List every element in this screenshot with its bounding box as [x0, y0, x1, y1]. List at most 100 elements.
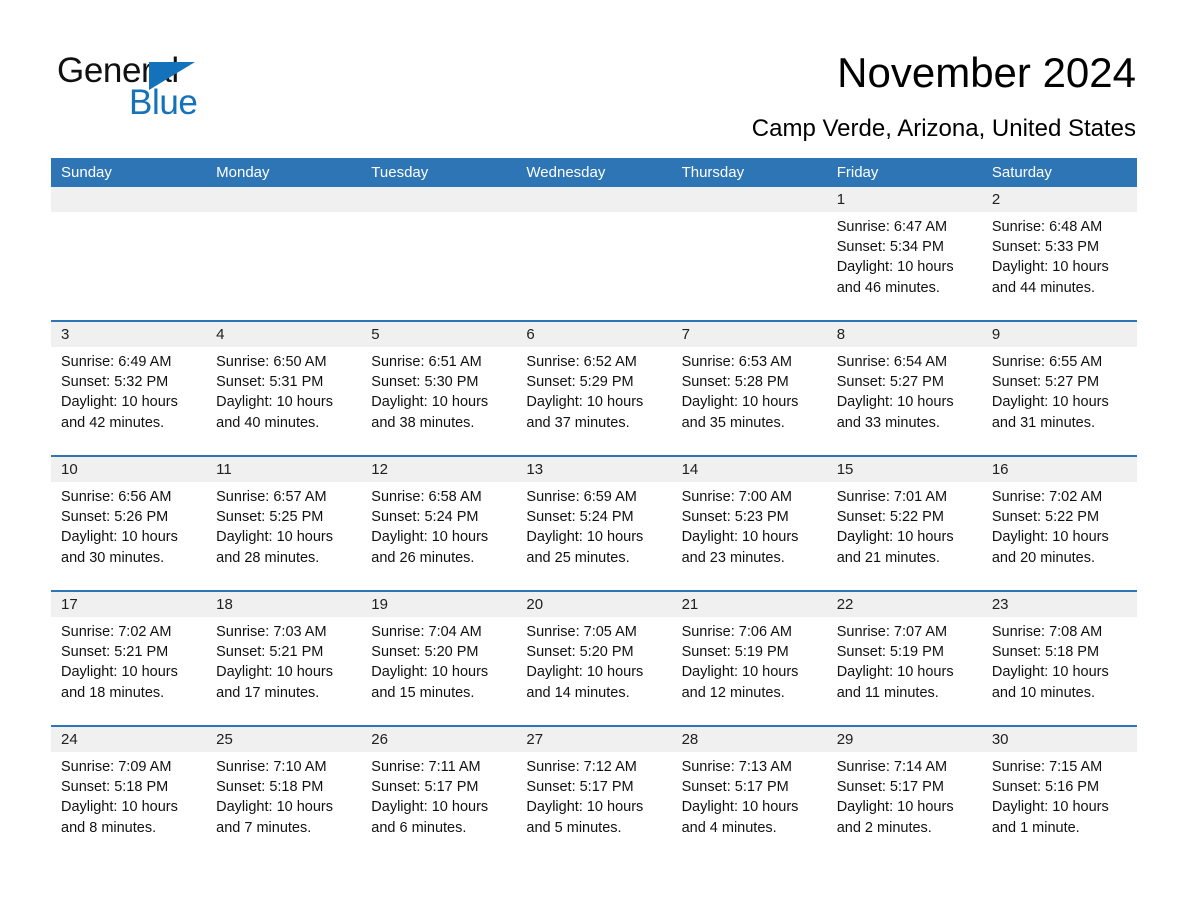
- day-number: 26: [361, 727, 517, 752]
- daylight-text-line2: and 33 minutes.: [836, 414, 940, 431]
- day-cell[interactable]: 13 Sunrise: 6:59 AM Sunset: 5:24 PM Dayligh…: [516, 457, 672, 590]
- day-number: 18: [206, 592, 362, 617]
- daylight-text-line1: Daylight: 10 hours: [991, 664, 1109, 681]
- day-number: 22: [826, 592, 982, 617]
- sunrise-text: Sunrise: 6:53 AM: [681, 354, 792, 370]
- sunrise-text: Sunrise: 7:12 AM: [526, 759, 637, 775]
- day-cell[interactable]: 29 Sunrise: 7:14 AM Sunset: 5:17 PM Dayligh…: [826, 727, 982, 860]
- day-number: 19: [361, 592, 517, 617]
- weekday-header-saturday: Saturday: [991, 164, 1052, 181]
- daylight-text-line1: Daylight: 10 hours: [526, 799, 644, 816]
- sunrise-text: Sunrise: 7:02 AM: [61, 624, 172, 640]
- daylight-text-line2: and 31 minutes.: [991, 414, 1096, 431]
- daylight-text-line2: and 11 minutes.: [836, 684, 939, 701]
- sunset-text: Sunset: 5:24 PM: [526, 509, 634, 526]
- day-cell[interactable]: 30 Sunrise: 7:15 AM Sunset: 5:16 PM Dayligh…: [981, 727, 1137, 860]
- day-cell[interactable]: 28 Sunrise: 7:13 AM Sunset: 5:17 PM Dayligh…: [671, 727, 827, 860]
- day-cell[interactable]: 19 Sunrise: 7:04 AM Sunset: 5:20 PM Dayligh…: [361, 592, 517, 725]
- daylight-text-line1: Daylight: 10 hours: [836, 664, 954, 681]
- day-cell-empty: [206, 187, 362, 320]
- day-cell[interactable]: 26 Sunrise: 7:11 AM Sunset: 5:17 PM Dayligh…: [361, 727, 517, 860]
- day-details: Sunrise: 6:54 AM Sunset: 5:27 PM Daylight:…: [827, 347, 982, 433]
- day-number: [206, 187, 362, 212]
- day-number: [671, 187, 827, 212]
- sunrise-text: Sunrise: 6:47 AM: [836, 219, 948, 235]
- day-cell[interactable]: 16 Sunrise: 7:02 AM Sunset: 5:22 PM Dayligh…: [981, 457, 1137, 590]
- day-cell[interactable]: 25 Sunrise: 7:10 AM Sunset: 5:18 PM Dayligh…: [206, 727, 362, 860]
- day-cell[interactable]: 5 Sunrise: 6:51 AM Sunset: 5:30 PM Daylight…: [361, 322, 517, 455]
- daylight-text-line2: and 42 minutes.: [61, 414, 165, 431]
- calendar-weeks: 1 Sunrise: 6:47 AM Sunset: 5:34 PM Daylight…: [51, 187, 1137, 860]
- daylight-text-line1: Daylight: 10 hours: [681, 394, 799, 411]
- daylight-text-line1: Daylight: 10 hours: [526, 394, 644, 411]
- logo-word-blue: Blue: [129, 83, 198, 122]
- day-cell[interactable]: 11 Sunrise: 6:57 AM Sunset: 5:25 PM Dayligh…: [206, 457, 362, 590]
- weekday-header-tuesday: Tuesday: [371, 164, 429, 181]
- daylight-text-line1: Daylight: 10 hours: [61, 529, 178, 546]
- day-cell[interactable]: 1 Sunrise: 6:47 AM Sunset: 5:34 PM Daylight…: [826, 187, 982, 320]
- day-cell[interactable]: 27 Sunrise: 7:12 AM Sunset: 5:17 PM Dayligh…: [516, 727, 672, 860]
- day-cell[interactable]: 17 Sunrise: 7:02 AM Sunset: 5:21 PM Dayligh…: [51, 592, 207, 725]
- sunrise-text: Sunrise: 6:58 AM: [371, 489, 482, 505]
- sunset-text: Sunset: 5:19 PM: [681, 644, 789, 661]
- day-details: Sunrise: 7:06 AM Sunset: 5:19 PM Daylight:…: [672, 617, 827, 703]
- sunrise-text: Sunrise: 7:10 AM: [216, 759, 327, 775]
- day-cell[interactable]: 7 Sunrise: 6:53 AM Sunset: 5:28 PM Daylight…: [671, 322, 827, 455]
- day-number: 17: [51, 592, 207, 617]
- day-cell[interactable]: 12 Sunrise: 6:58 AM Sunset: 5:24 PM Dayligh…: [361, 457, 517, 590]
- day-cell[interactable]: 21 Sunrise: 7:06 AM Sunset: 5:19 PM Dayligh…: [671, 592, 827, 725]
- day-cell[interactable]: 8 Sunrise: 6:54 AM Sunset: 5:27 PM Daylight…: [826, 322, 982, 455]
- day-number: 1: [826, 187, 982, 212]
- day-details: Sunrise: 6:55 AM Sunset: 5:27 PM Daylight:…: [982, 347, 1137, 433]
- sunset-text: Sunset: 5:17 PM: [836, 779, 944, 796]
- sunset-text: Sunset: 5:20 PM: [371, 644, 479, 661]
- day-cell[interactable]: 20 Sunrise: 7:05 AM Sunset: 5:20 PM Dayligh…: [516, 592, 672, 725]
- daylight-text-line1: Daylight: 10 hours: [991, 259, 1109, 276]
- day-cell[interactable]: 9 Sunrise: 6:55 AM Sunset: 5:27 PM Daylight…: [981, 322, 1137, 455]
- weekday-header-row: Sunday Monday Tuesday Wednesday Thursday…: [51, 158, 1137, 187]
- day-details: Sunrise: 6:53 AM Sunset: 5:28 PM Daylight:…: [672, 347, 827, 433]
- day-details: Sunrise: 6:51 AM Sunset: 5:30 PM Daylight:…: [361, 347, 516, 433]
- day-cell[interactable]: 10 Sunrise: 6:56 AM Sunset: 5:26 PM Dayligh…: [51, 457, 207, 590]
- sunrise-text: Sunrise: 6:54 AM: [836, 354, 948, 370]
- sunrise-text: Sunrise: 7:02 AM: [991, 489, 1103, 505]
- day-cell[interactable]: 3 Sunrise: 6:49 AM Sunset: 5:32 PM Daylight…: [51, 322, 207, 455]
- daylight-text-line1: Daylight: 10 hours: [836, 259, 954, 276]
- day-details: Sunrise: 6:49 AM Sunset: 5:32 PM Daylight:…: [51, 347, 206, 433]
- sunset-text: Sunset: 5:32 PM: [61, 374, 169, 391]
- day-number: 30: [981, 727, 1137, 752]
- day-number: 6: [516, 322, 672, 347]
- day-details: Sunrise: 7:10 AM Sunset: 5:18 PM Daylight:…: [206, 752, 361, 838]
- sunset-text: Sunset: 5:27 PM: [991, 374, 1100, 391]
- daylight-text-line1: Daylight: 10 hours: [991, 529, 1109, 546]
- day-cell[interactable]: 23 Sunrise: 7:08 AM Sunset: 5:18 PM Dayligh…: [981, 592, 1137, 725]
- daylight-text-line2: and 5 minutes.: [526, 819, 622, 836]
- day-cell[interactable]: 22 Sunrise: 7:07 AM Sunset: 5:19 PM Dayligh…: [826, 592, 982, 725]
- sunset-text: Sunset: 5:20 PM: [526, 644, 634, 661]
- day-cell[interactable]: 18 Sunrise: 7:03 AM Sunset: 5:21 PM Dayligh…: [206, 592, 362, 725]
- sunrise-text: Sunrise: 7:13 AM: [681, 759, 792, 775]
- day-cell[interactable]: 15 Sunrise: 7:01 AM Sunset: 5:22 PM Dayligh…: [826, 457, 982, 590]
- sunrise-text: Sunrise: 6:49 AM: [61, 354, 172, 370]
- day-details: Sunrise: 7:14 AM Sunset: 5:17 PM Daylight:…: [827, 752, 982, 838]
- day-number: 8: [826, 322, 982, 347]
- calendar-week-row: 17 Sunrise: 7:02 AM Sunset: 5:21 PM Dayligh…: [51, 590, 1137, 725]
- sunset-text: Sunset: 5:22 PM: [991, 509, 1100, 526]
- day-cell[interactable]: 2 Sunrise: 6:48 AM Sunset: 5:33 PM Daylight…: [981, 187, 1137, 320]
- day-cell[interactable]: 4 Sunrise: 6:50 AM Sunset: 5:31 PM Daylight…: [206, 322, 362, 455]
- sunrise-text: Sunrise: 7:09 AM: [61, 759, 172, 775]
- day-number: 25: [206, 727, 362, 752]
- day-cell[interactable]: 24 Sunrise: 7:09 AM Sunset: 5:18 PM Dayligh…: [51, 727, 207, 860]
- sunrise-text: Sunrise: 6:57 AM: [216, 489, 327, 505]
- day-number: [516, 187, 672, 212]
- day-number: 7: [671, 322, 827, 347]
- sunrise-text: Sunrise: 6:59 AM: [526, 489, 637, 505]
- day-cell[interactable]: 14 Sunrise: 7:00 AM Sunset: 5:23 PM Dayligh…: [671, 457, 827, 590]
- sunrise-text: Sunrise: 7:00 AM: [681, 489, 792, 505]
- day-number: [361, 187, 517, 212]
- day-details: Sunrise: 6:47 AM Sunset: 5:34 PM Daylight:…: [827, 212, 982, 298]
- daylight-text-line2: and 30 minutes.: [61, 549, 165, 566]
- day-details: Sunrise: 7:02 AM Sunset: 5:22 PM Daylight:…: [982, 482, 1137, 568]
- day-cell[interactable]: 6 Sunrise: 6:52 AM Sunset: 5:29 PM Daylight…: [516, 322, 672, 455]
- sunrise-text: Sunrise: 7:14 AM: [836, 759, 948, 775]
